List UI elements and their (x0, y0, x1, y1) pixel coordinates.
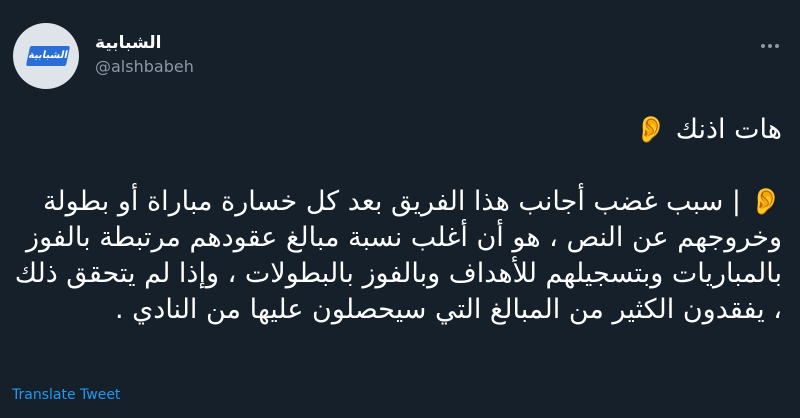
more-horizontal-icon (761, 44, 779, 48)
user-handle[interactable]: @alshbabeh (95, 55, 194, 79)
avatar-logo: الشبابية (25, 46, 71, 66)
more-options-button[interactable] (752, 28, 788, 64)
tweet-line-2-text: | سبب غضب أجانب هذا الفريق بعد كل خسارة … (14, 186, 782, 325)
tweet-line-1: هات اذنك 👂 (12, 112, 782, 148)
tweet-text: هات اذنك 👂 👂 | سبب غضب أجانب هذا الفريق … (12, 112, 782, 328)
tweet-line-2: 👂 | سبب غضب أجانب هذا الفريق بعد كل خسار… (12, 184, 782, 328)
display-name[interactable]: الشبابية (95, 31, 161, 55)
ear-emoji-icon: 👂 (634, 115, 668, 145)
ear-emoji-icon: 👂 (749, 187, 782, 217)
avatar[interactable]: الشبابية (13, 23, 79, 89)
translate-tweet-link[interactable]: Translate Tweet (12, 385, 120, 405)
tweet-line-1-text: هات اذنك (675, 114, 782, 145)
tweet-card: الشبابية الشبابية @alshbabeh هات اذنك 👂 … (0, 0, 800, 418)
